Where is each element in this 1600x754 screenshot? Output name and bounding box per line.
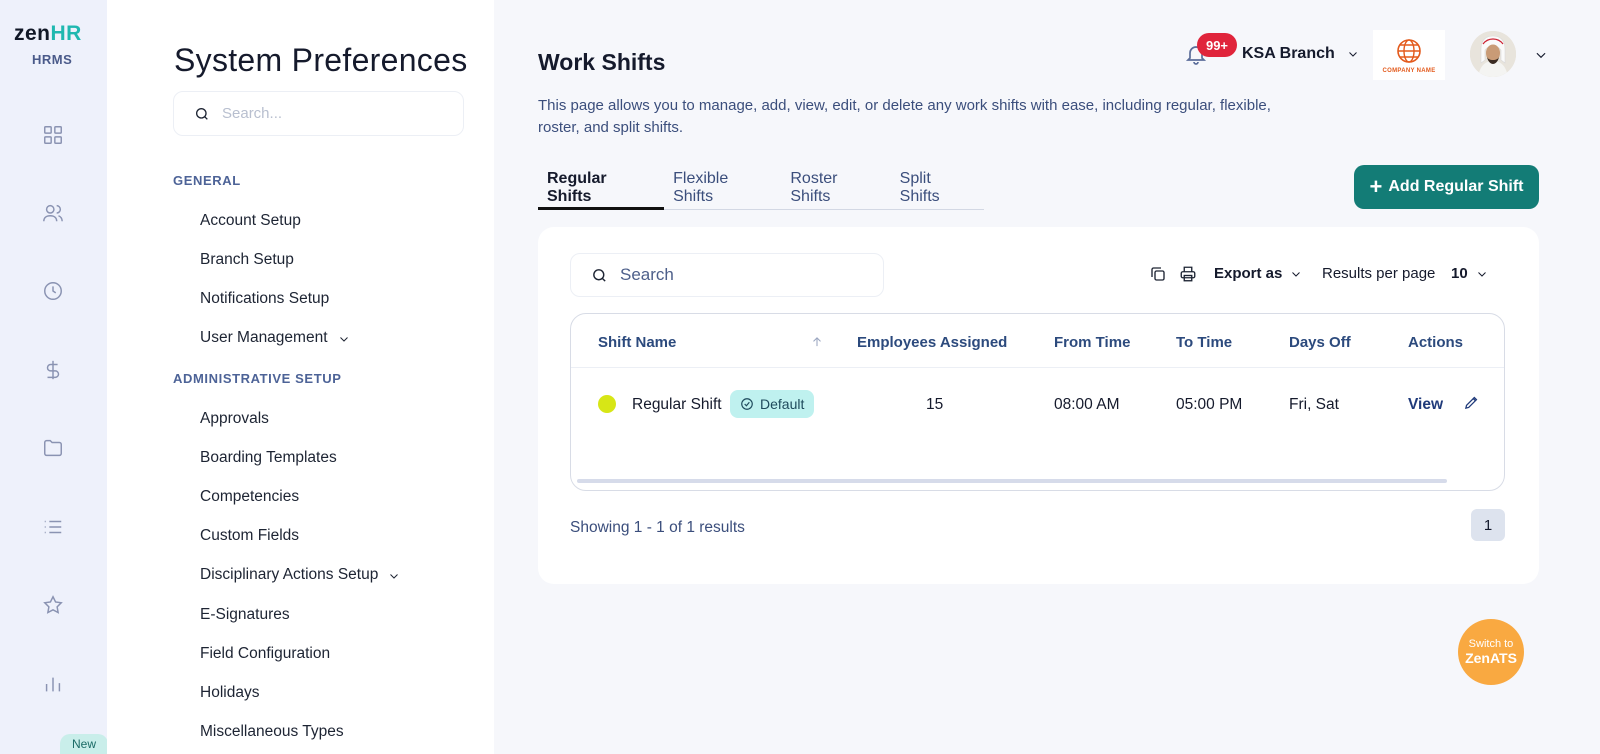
shift-name-cell: Regular Shift <box>632 396 722 413</box>
shifts-table: Shift Name Employees Assigned From Time … <box>570 313 1505 491</box>
folder-icon[interactable] <box>40 435 66 461</box>
dashboard-icon[interactable] <box>40 122 66 148</box>
avatar[interactable] <box>1470 31 1516 77</box>
chevron-down-icon[interactable] <box>1534 48 1548 62</box>
shift-color-dot <box>598 395 616 413</box>
pref-item-notifications-setup[interactable]: Notifications Setup <box>200 290 329 308</box>
dollar-icon[interactable] <box>40 357 66 383</box>
preferences-search-input[interactable] <box>222 105 442 122</box>
logo-subtitle: HRMS <box>32 52 73 67</box>
chevron-down-icon <box>1477 271 1486 277</box>
section-general: GENERAL <box>173 173 241 188</box>
column-header-from-time: From Time <box>1054 334 1131 351</box>
column-header-to-time: To Time <box>1176 334 1233 351</box>
preferences-title: System Preferences <box>174 42 468 78</box>
sort-arrow-up-icon[interactable] <box>810 335 824 349</box>
pagination-page-1[interactable]: 1 <box>1471 509 1505 541</box>
search-icon <box>196 107 208 120</box>
switch-to-zenats-button[interactable]: Switch to ZenATS <box>1458 619 1524 685</box>
print-icon[interactable] <box>1179 265 1199 285</box>
pref-item-boarding-templates[interactable]: Boarding Templates <box>200 449 337 467</box>
pref-item-field-configuration[interactable]: Field Configuration <box>200 645 330 663</box>
pref-item-holidays[interactable]: Holidays <box>200 684 259 702</box>
to-time-cell: 05:00 PM <box>1176 396 1243 413</box>
tab-roster-shifts[interactable]: Roster Shifts <box>781 164 890 209</box>
pref-item-miscellaneous-types[interactable]: Miscellaneous Types <box>200 723 344 741</box>
column-header-days-off: Days Off <box>1289 334 1351 351</box>
preferences-sidebar: System Preferences GENERAL Account Setup… <box>107 0 494 754</box>
pref-item-branch-setup[interactable]: Branch Setup <box>200 251 294 269</box>
plus-icon: + <box>1369 174 1383 199</box>
table-search[interactable] <box>570 253 884 297</box>
notification-badge: 99+ <box>1197 33 1237 57</box>
pencil-icon[interactable] <box>1463 394 1481 412</box>
tab-split-shifts[interactable]: Split Shifts <box>891 164 984 209</box>
bar-chart-icon[interactable] <box>40 671 66 697</box>
section-administrative-setup: ADMINISTRATIVE SETUP <box>173 371 342 386</box>
horizontal-scrollbar[interactable] <box>577 479 1447 483</box>
export-dropdown[interactable]: Export as <box>1214 265 1302 282</box>
add-regular-shift-button[interactable]: + Add Regular Shift <box>1354 165 1539 209</box>
table-search-input[interactable] <box>620 265 860 285</box>
search-icon <box>593 268 606 282</box>
employees-assigned-cell: 15 <box>926 396 944 413</box>
page-description: This page allows you to manage, add, vie… <box>538 97 1271 136</box>
column-header-shift-name[interactable]: Shift Name <box>598 334 676 351</box>
shift-tabs: Regular Shifts Flexible Shifts Roster Sh… <box>538 164 984 210</box>
zenhr-logo[interactable]: zenHR <box>14 22 82 46</box>
preferences-search[interactable] <box>173 91 464 136</box>
user-avatar-icon <box>1470 31 1516 77</box>
page-title: Work Shifts <box>538 49 666 75</box>
chevron-down-icon <box>388 569 400 581</box>
column-header-employees-assigned: Employees Assigned <box>857 334 1008 351</box>
branch-selector[interactable]: KSA Branch <box>1242 45 1359 63</box>
tab-flexible-shifts[interactable]: Flexible Shifts <box>664 164 781 209</box>
users-icon[interactable] <box>40 200 66 226</box>
view-link[interactable]: View <box>1408 396 1443 414</box>
check-circle-icon <box>741 398 753 410</box>
clock-icon[interactable] <box>40 278 66 304</box>
column-header-actions: Actions <box>1408 334 1464 351</box>
company-logo: COMPANY NAME <box>1373 30 1445 80</box>
shifts-card: Export as Results per page 10 Shift Name… <box>538 227 1539 584</box>
from-time-cell: 08:00 AM <box>1054 396 1120 413</box>
chevron-down-icon <box>1292 271 1301 277</box>
pref-item-competencies[interactable]: Competencies <box>200 488 299 506</box>
pref-item-custom-fields[interactable]: Custom Fields <box>200 527 299 545</box>
pref-item-disciplinary-actions-setup[interactable]: Disciplinary Actions Setup <box>200 566 400 584</box>
globe-icon <box>1397 39 1421 63</box>
main-content: Work Shifts This page allows you to mana… <box>494 0 1600 754</box>
copy-icon[interactable] <box>1149 265 1169 285</box>
left-rail: zenHR HRMS New <box>0 0 108 754</box>
default-badge: Default <box>730 390 815 418</box>
pref-item-e-signatures[interactable]: E-Signatures <box>200 606 290 624</box>
results-per-page-label: Results per page <box>1322 265 1436 282</box>
pref-item-user-management[interactable]: User Management <box>200 329 350 347</box>
list-icon[interactable] <box>40 514 66 540</box>
new-badge: New <box>60 734 108 754</box>
pref-item-account-setup[interactable]: Account Setup <box>200 212 301 230</box>
results-summary: Showing 1 - 1 of 1 results <box>570 519 745 536</box>
chevron-down-icon <box>1348 52 1357 57</box>
star-icon[interactable] <box>40 592 66 618</box>
tab-regular-shifts[interactable]: Regular Shifts <box>538 164 665 210</box>
header-divider <box>571 367 1504 368</box>
results-per-page-select[interactable]: 10 <box>1451 265 1488 282</box>
days-off-cell: Fri, Sat <box>1289 396 1339 413</box>
pref-item-approvals[interactable]: Approvals <box>200 410 269 428</box>
chevron-down-icon <box>338 332 350 344</box>
